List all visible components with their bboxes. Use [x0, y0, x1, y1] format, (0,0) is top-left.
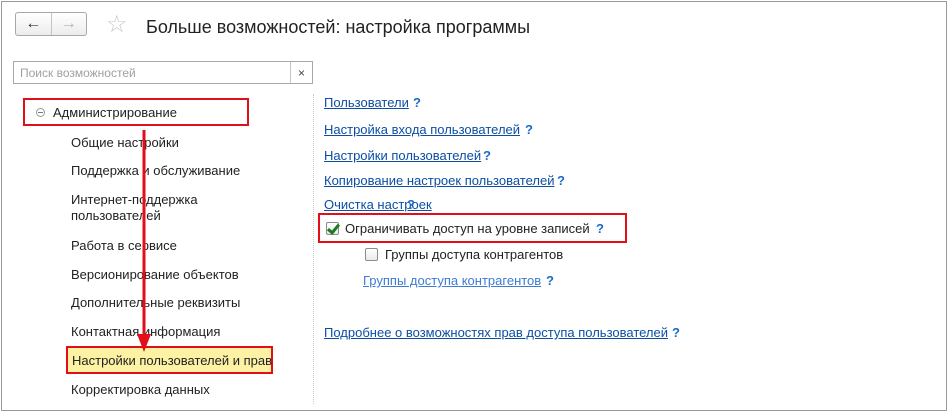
search-box: × [13, 61, 313, 84]
help-icon[interactable]: ? [407, 197, 415, 213]
close-icon: × [297, 65, 305, 80]
sidebar-item-additional-attributes[interactable]: Дополнительные реквизиты [71, 295, 240, 311]
annotation-arrow [137, 130, 151, 352]
help-icon[interactable]: ? [525, 122, 533, 138]
help-icon[interactable]: ? [546, 273, 554, 289]
forward-arrow-icon: → [60, 15, 77, 32]
sidebar-item-label-line2: пользователей [71, 208, 161, 223]
link-clear-settings[interactable]: Очистка настроек [324, 197, 432, 213]
collapse-icon[interactable] [36, 107, 45, 117]
back-arrow-icon: ← [25, 15, 42, 32]
sidebar-item-support-maintenance[interactable]: Поддержка и обслуживание [71, 163, 240, 179]
page-title: Больше возможностей: настройка программы [146, 17, 531, 37]
sidebar-item-object-versioning[interactable]: Версионирование объектов [71, 267, 239, 283]
window-frame: ← → ☆ Больше возможностей: настройка про… [1, 1, 947, 411]
link-contractor-access-groups[interactable]: Группы доступа контрагентов [363, 273, 541, 289]
contractor-groups-checkbox[interactable] [365, 248, 378, 261]
sidebar-item-service-work[interactable]: Работа в сервисе [71, 238, 177, 254]
help-icon[interactable]: ? [672, 325, 680, 341]
help-icon[interactable]: ? [413, 95, 421, 111]
favorite-star-icon[interactable]: ☆ [106, 13, 128, 37]
sidebar-section-label: Администрирование [53, 104, 177, 120]
sidebar-item-internet-support[interactable]: Интернет-поддержка пользователей [71, 192, 198, 224]
contractor-groups-label: Группы доступа контрагентов [385, 247, 564, 262]
sidebar-item-data-correction[interactable]: Корректировка данных [71, 382, 210, 398]
navigation-buttons: ← → [15, 12, 87, 36]
link-more-about-access-rights[interactable]: Подробнее о возможностях прав доступа по… [324, 325, 668, 341]
sidebar-item-user-settings-rights[interactable]: Настройки пользователей и прав [66, 346, 273, 374]
search-input[interactable] [14, 62, 290, 83]
help-icon[interactable]: ? [483, 148, 491, 164]
forward-button[interactable]: → [50, 13, 87, 35]
clear-search-button[interactable]: × [290, 62, 312, 83]
restrict-access-label: Ограничивать доступ на уровне записей [345, 221, 590, 236]
restrict-access-checkbox[interactable] [326, 222, 339, 235]
help-icon[interactable]: ? [596, 221, 604, 237]
sidebar-item-label-line1: Интернет-поддержка [71, 192, 198, 207]
link-users[interactable]: Пользователи [324, 95, 409, 111]
panel-divider [313, 94, 314, 404]
sidebar-section-administration[interactable]: Администрирование [23, 98, 249, 126]
link-copy-user-settings[interactable]: Копирование настроек пользователей [324, 173, 554, 189]
link-user-settings[interactable]: Настройки пользователей [324, 148, 481, 164]
link-user-login-settings[interactable]: Настройка входа пользователей [324, 122, 520, 138]
back-button[interactable]: ← [16, 13, 51, 35]
help-icon[interactable]: ? [557, 173, 565, 189]
sidebar-item-general-settings[interactable]: Общие настройки [71, 135, 179, 151]
